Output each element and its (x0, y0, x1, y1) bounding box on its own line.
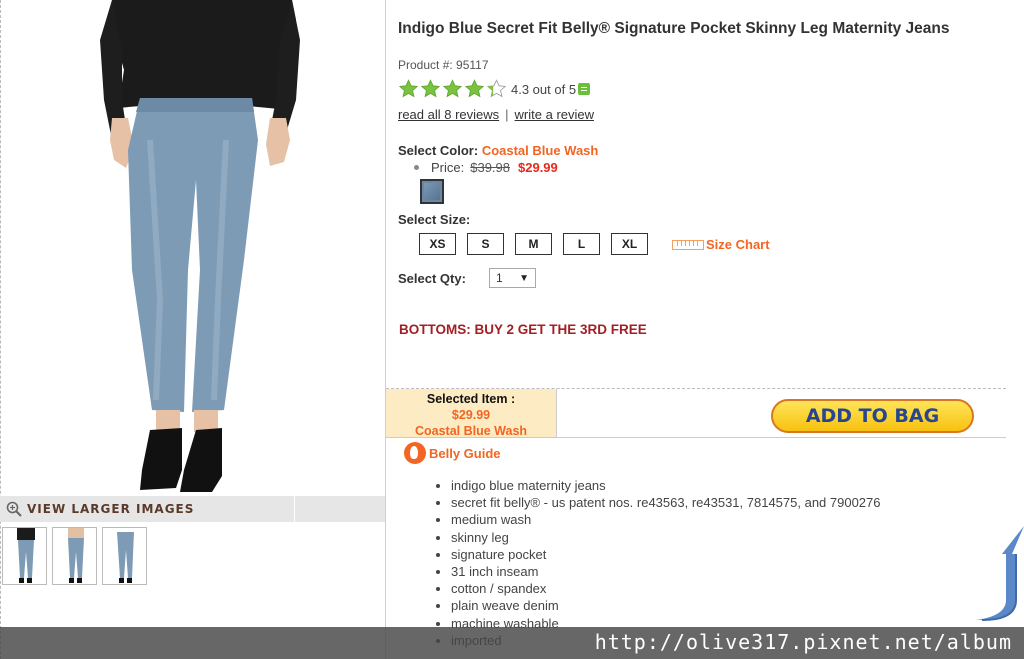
select-color-value: Coastal Blue Wash (481, 143, 599, 158)
select-qty-label: Select Qty: (398, 271, 466, 286)
price-label: Price: (431, 160, 465, 175)
sale-price: $29.99 (518, 160, 558, 175)
feature-item: skinny leg (451, 529, 881, 546)
size-button-s[interactable]: S (467, 233, 504, 255)
size-options: XS S M L XL (419, 233, 659, 255)
feature-item: signature pocket (451, 546, 881, 563)
thumbnail-front-image (17, 528, 35, 583)
review-links: read all 8 reviews | write a review (398, 107, 594, 122)
thumbnail-legs-image (117, 532, 134, 583)
product-number: Product #: 95117 (398, 58, 489, 72)
product-details-column: Indigo Blue Secret Fit Belly® Signature … (386, 0, 1024, 659)
selected-item-price: $29.99 (451, 408, 491, 422)
star-partial-icon (486, 79, 507, 98)
qty-value: 1 (496, 271, 503, 285)
rating-text: 4.3 out of 5 (511, 81, 577, 97)
feature-item: medium wash (451, 511, 881, 528)
feature-item: 31 inch inseam (451, 563, 881, 580)
model-photo (100, 0, 300, 492)
feature-list: indigo blue maternity jeans secret fit b… (429, 477, 881, 649)
scroll-up-arrow-icon[interactable] (972, 520, 1024, 630)
size-chart-link[interactable]: Size Chart (672, 237, 770, 252)
star-full-icon (398, 79, 419, 98)
selected-section-bottom-border (386, 437, 1006, 438)
product-main-image[interactable] (0, 0, 385, 496)
feature-item: plain weave denim (451, 597, 881, 614)
write-review-link[interactable]: write a review (515, 107, 594, 122)
promo-banner: BOTTOMS: BUY 2 GET THE 3RD FREE (399, 322, 647, 337)
thumbnail-back[interactable] (52, 527, 97, 585)
rating-row: 4.3 out of 5 (398, 79, 591, 99)
qty-select[interactable]: 1 ▼ (489, 268, 536, 288)
read-reviews-link[interactable]: read all 8 reviews (398, 107, 499, 122)
thumbnail-front[interactable] (2, 527, 47, 585)
size-button-xl[interactable]: XL (611, 233, 648, 255)
select-color: Select Color: Coastal Blue Wash (398, 143, 598, 158)
thumbnail-back-image (68, 528, 84, 583)
watermark-text: http://olive317.pixnet.net/album (594, 630, 1012, 654)
selected-item-title: Selected Item : (426, 392, 516, 406)
product-image-column: VIEW LARGER IMAGES (0, 0, 385, 659)
select-color-label: Select Color: (398, 143, 479, 158)
product-title: Indigo Blue Secret Fit Belly® Signature … (398, 20, 950, 37)
add-to-bag-button[interactable]: ADD TO BAG (771, 399, 974, 433)
view-larger-divider (294, 496, 295, 522)
view-larger-images-label[interactable]: VIEW LARGER IMAGES (27, 502, 194, 516)
size-chart-label[interactable]: Size Chart (706, 237, 770, 252)
view-larger-images-bar[interactable]: VIEW LARGER IMAGES (0, 496, 385, 522)
price-row: Price: $39.98 $29.99 (414, 160, 558, 175)
size-button-xs[interactable]: XS (419, 233, 456, 255)
price-bullet (414, 165, 419, 170)
star-full-icon (464, 79, 485, 98)
watermark-bar: http://olive317.pixnet.net/album (0, 627, 1024, 659)
belly-guide-icon (404, 442, 426, 464)
rating-details-icon[interactable] (578, 83, 591, 95)
rating-stars[interactable] (398, 79, 508, 99)
thumbnail-strip (0, 527, 152, 585)
ruler-icon (672, 239, 704, 250)
selected-item-divider (556, 389, 557, 437)
magnifier-plus-icon (6, 501, 22, 517)
star-full-icon (442, 79, 463, 98)
feature-item: indigo blue maternity jeans (451, 477, 881, 494)
old-price: $39.98 (470, 160, 510, 175)
belly-guide-label[interactable]: Belly Guide (429, 446, 501, 461)
review-links-separator: | (505, 107, 509, 122)
feature-item: cotton / spandex (451, 580, 881, 597)
selected-item-box: Selected Item : $29.99 Coastal Blue Wash (386, 389, 556, 438)
size-button-m[interactable]: M (515, 233, 552, 255)
dropdown-arrow-icon: ▼ (519, 273, 529, 284)
star-full-icon (420, 79, 441, 98)
thumbnail-legs[interactable] (102, 527, 147, 585)
size-button-l[interactable]: L (563, 233, 600, 255)
feature-item: secret fit belly® - us patent nos. re435… (451, 494, 881, 511)
belly-guide-link[interactable]: Belly Guide (404, 442, 501, 464)
color-swatch-coastal-blue-wash[interactable] (420, 179, 444, 204)
select-size-label: Select Size: (398, 212, 471, 227)
